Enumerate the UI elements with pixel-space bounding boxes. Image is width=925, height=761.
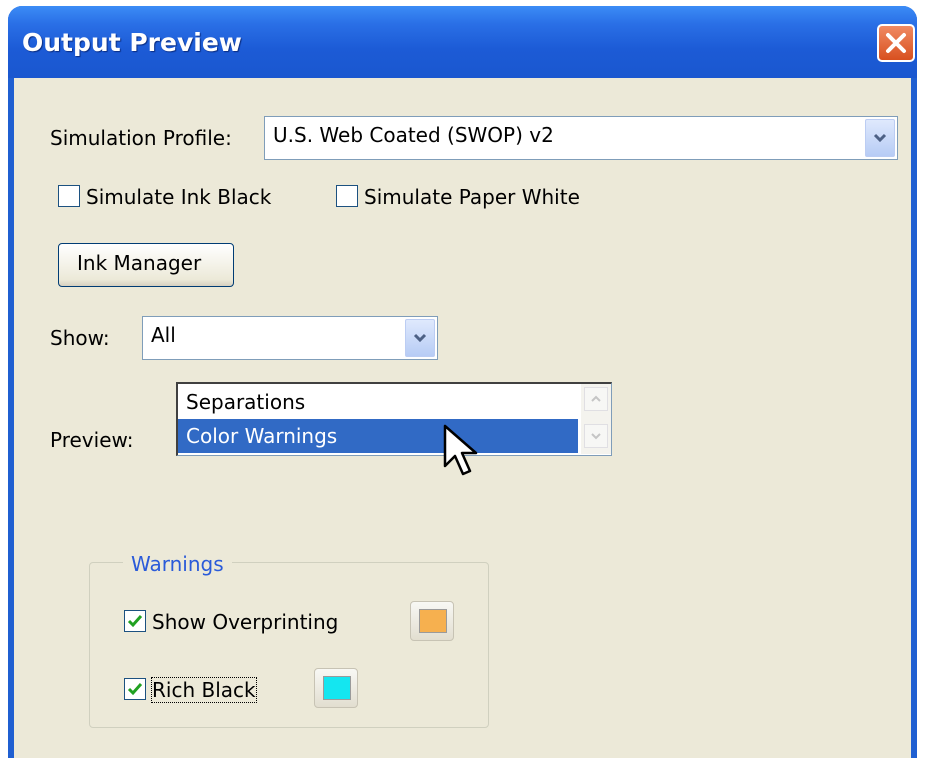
simulate-paper-white-checkbox[interactable] [336, 185, 358, 207]
simulation-profile-value: U.S. Web Coated (SWOP) v2 [273, 123, 554, 147]
show-dropdown-button[interactable] [405, 319, 435, 357]
simulation-profile-dropdown-button[interactable] [865, 119, 895, 157]
rich-black-color-button[interactable] [314, 668, 358, 708]
ink-manager-label: Ink Manager [77, 251, 202, 275]
preview-scrollbar[interactable] [581, 384, 611, 454]
simulate-ink-black-label: Simulate Ink Black [86, 185, 272, 209]
window-title: Output Preview [22, 28, 242, 57]
show-dropdown[interactable]: All [142, 316, 438, 360]
preview-label: Preview: [50, 428, 134, 452]
close-icon [886, 33, 906, 53]
rich-black-label: Rich Black [151, 677, 257, 703]
dialog-body: Simulation Profile: U.S. Web Coated (SWO… [14, 78, 911, 758]
preview-option-label: Separations [186, 390, 306, 414]
checkmark-icon [127, 683, 143, 696]
show-label: Show: [50, 326, 110, 350]
chevron-down-icon [873, 133, 887, 143]
simulation-profile-label: Simulation Profile: [50, 126, 232, 150]
chevron-down-icon [591, 433, 601, 440]
warnings-group-title: Warnings [123, 552, 232, 576]
warnings-group [89, 562, 489, 728]
overprinting-color-button[interactable] [410, 601, 454, 641]
checkmark-icon [127, 615, 143, 628]
preview-option-separations[interactable]: Separations [178, 385, 578, 419]
simulate-paper-white-label: Simulate Paper White [364, 185, 580, 209]
show-value: All [151, 323, 176, 347]
chevron-down-icon [413, 333, 427, 343]
overprinting-color-swatch [419, 609, 447, 633]
show-overprinting-label: Show Overprinting [152, 610, 339, 634]
mouse-pointer-icon [443, 424, 478, 476]
ink-manager-button[interactable]: Ink Manager [58, 243, 234, 287]
scroll-down-button[interactable] [584, 424, 608, 448]
title-bar[interactable]: Output Preview [8, 6, 917, 78]
preview-listbox[interactable]: Separations Color Warnings [176, 382, 612, 456]
output-preview-dialog: Output Preview Simulation Profile: U.S. … [8, 6, 917, 758]
preview-option-label: Color Warnings [186, 424, 338, 448]
show-overprinting-checkbox[interactable] [124, 610, 146, 632]
simulate-ink-black-checkbox[interactable] [58, 185, 80, 207]
rich-black-checkbox[interactable] [124, 678, 146, 700]
chevron-up-icon [591, 395, 601, 402]
rich-black-color-swatch [323, 676, 351, 700]
close-button[interactable] [877, 24, 915, 62]
scroll-up-button[interactable] [584, 387, 608, 411]
preview-option-color-warnings[interactable]: Color Warnings [178, 419, 578, 453]
simulation-profile-dropdown[interactable]: U.S. Web Coated (SWOP) v2 [264, 116, 898, 160]
